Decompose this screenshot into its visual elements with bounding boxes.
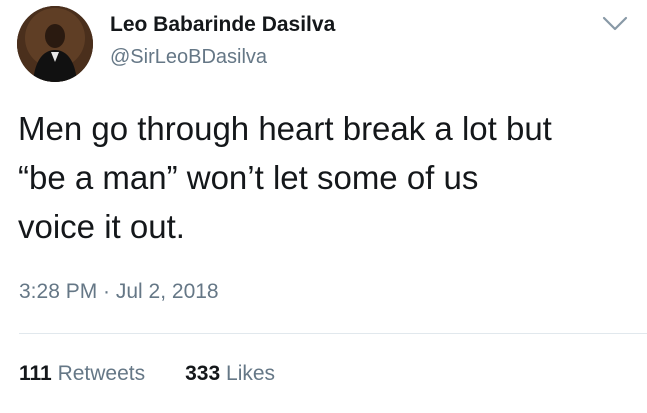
- retweets-label: Retweets: [57, 362, 146, 385]
- tweet-card: Leo Babarinde Dasilva @SirLeoBDasilva Me…: [0, 0, 647, 413]
- likes-count: 333: [185, 362, 221, 385]
- retweets-stat[interactable]: 111 Retweets: [19, 362, 145, 386]
- likes-stat[interactable]: 333 Likes: [185, 362, 275, 386]
- avatar[interactable]: [17, 6, 93, 82]
- retweets-count: 111: [19, 362, 52, 385]
- user-handle[interactable]: @SirLeoBDasilva: [110, 46, 267, 69]
- likes-label: Likes: [226, 362, 276, 385]
- tweet-text-line: Men go through heart break a lot but: [18, 110, 552, 147]
- tweet-text: Men go through heart break a lot but “be…: [18, 104, 638, 251]
- tweet-text-line: voice it out.: [18, 208, 185, 245]
- avatar-image: [17, 6, 93, 82]
- divider: [19, 333, 647, 334]
- engagement-stats: 111 Retweets 333 Likes: [19, 362, 275, 386]
- tweet-timestamp[interactable]: 3:28 PM · Jul 2, 2018: [19, 280, 219, 304]
- display-name[interactable]: Leo Babarinde Dasilva: [110, 13, 335, 37]
- tweet-text-line: “be a man” won’t let some of us: [18, 159, 479, 196]
- chevron-down-icon[interactable]: [602, 15, 628, 33]
